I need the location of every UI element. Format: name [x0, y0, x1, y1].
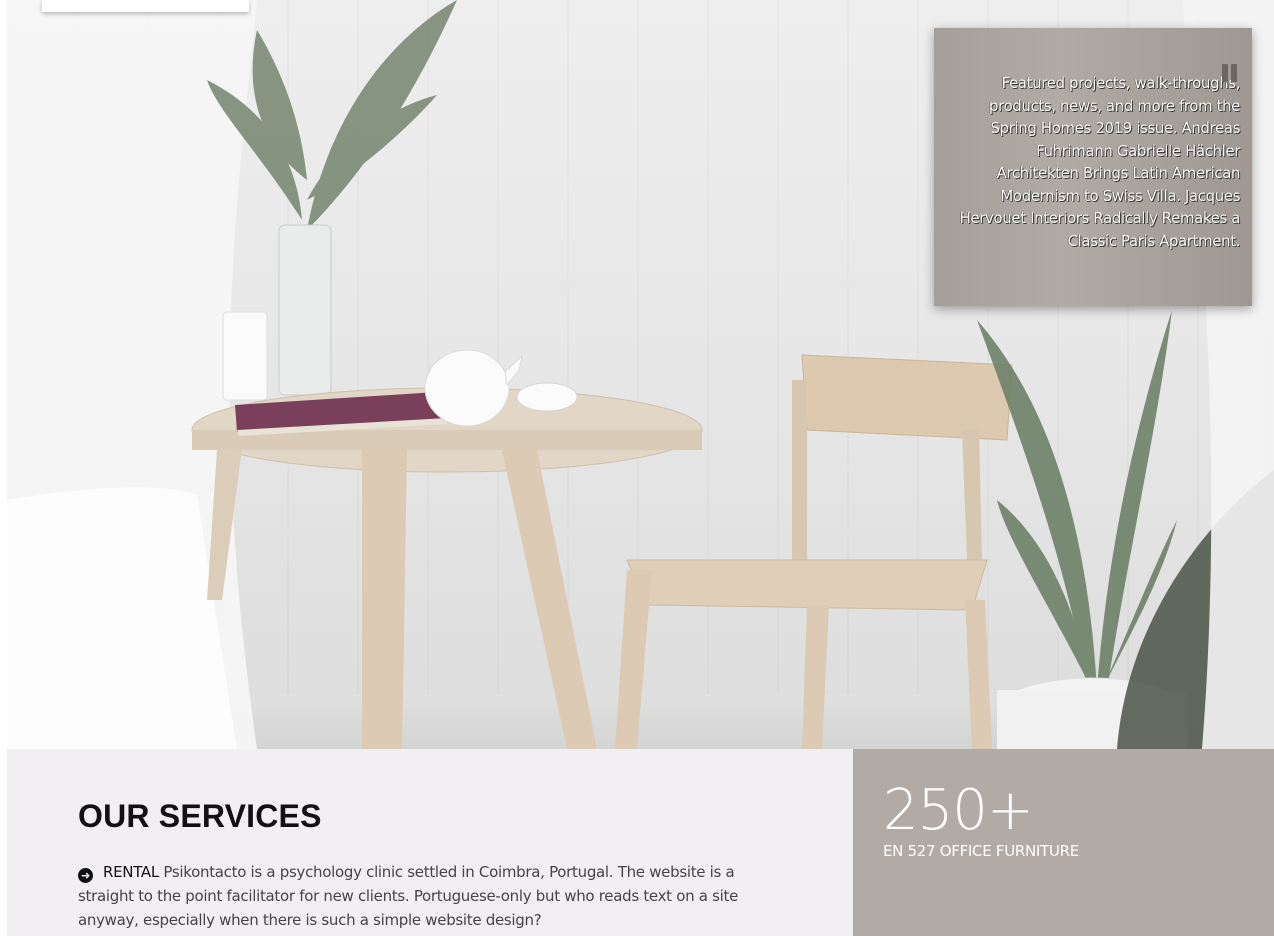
- top-tab[interactable]: [42, 0, 249, 12]
- stat-number: 250+: [883, 778, 1034, 843]
- arrow-circle-right-icon: ➜: [78, 868, 93, 883]
- service-item-text: Psikontacto is a psychology clinic settl…: [78, 863, 739, 929]
- services-section: OUR SERVICES ➜ RENTAL Psikontacto is a ps…: [7, 749, 853, 936]
- service-item-label: RENTAL: [103, 863, 159, 881]
- service-item: ➜ RENTAL Psikontacto is a psychology clin…: [78, 860, 788, 932]
- stats-section: 250+ EN 527 OFFICE FURNITURE: [853, 749, 1274, 936]
- stat-label: EN 527 OFFICE FURNITURE: [883, 842, 1079, 860]
- pause-icon[interactable]: [1222, 64, 1238, 82]
- services-title: OUR SERVICES: [78, 798, 322, 834]
- hero-caption-box: Featured projects, walk-throughs, produc…: [934, 28, 1252, 306]
- hero-caption-text: Featured projects, walk-throughs, produc…: [959, 74, 1240, 250]
